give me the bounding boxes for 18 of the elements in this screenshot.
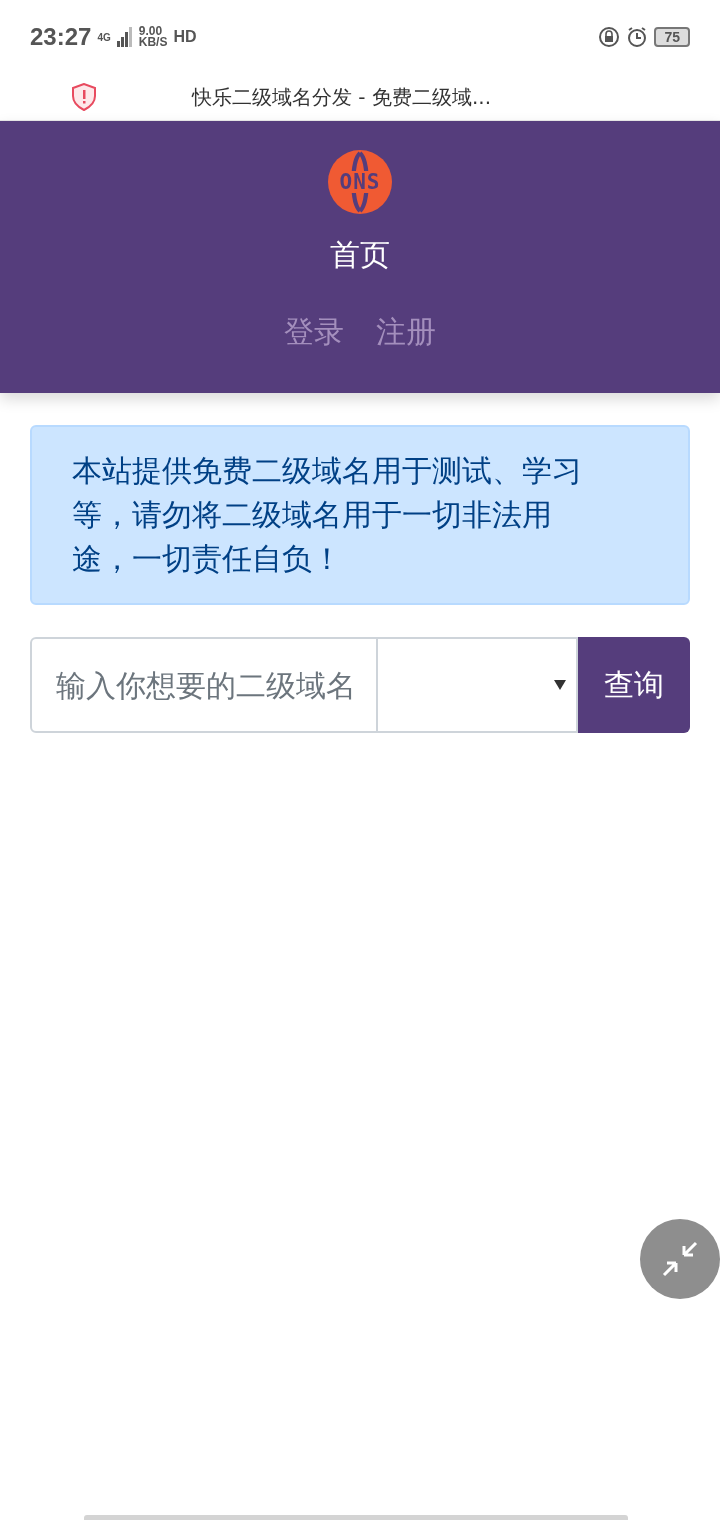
page-heading: 首页: [330, 236, 390, 274]
clock-time: 23:27: [30, 23, 92, 51]
page-title: 快乐二级域名分发 - 免费二级域...: [192, 83, 491, 111]
hd-label: HD: [173, 28, 197, 46]
globe-logo: ONS: [327, 149, 393, 215]
signal-icon: [116, 27, 133, 47]
battery-level: 75: [654, 27, 690, 47]
nav-link[interactable]: 注册: [376, 312, 436, 353]
caret-icon: [554, 680, 566, 690]
rotation-lock-icon: [598, 26, 621, 48]
query-button[interactable]: 查询: [578, 637, 690, 733]
network-speed: 9.00 KB/S: [138, 26, 168, 48]
notice-alert: 本站提供免费二级域名用于测试、学习等，请勿将二级域名用于一切非法用途，一切责任自负！: [30, 425, 690, 605]
alarm-icon: [626, 26, 649, 48]
security-warning-icon: [71, 83, 97, 111]
network-type: 4G: [97, 31, 111, 43]
nav-link[interactable]: 登录: [284, 312, 344, 353]
subdomain-input[interactable]: 输入你想要的二级域名: [30, 637, 378, 733]
